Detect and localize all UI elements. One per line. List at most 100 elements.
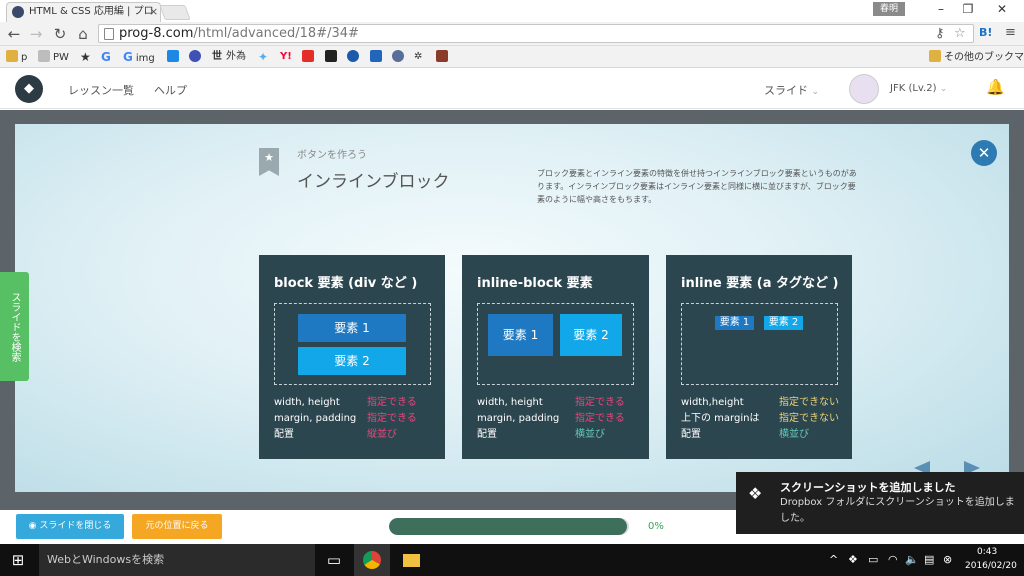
element-2: 要素 2 [298,347,406,375]
block-card: block 要素 (div など ) 要素 1 要素 2 width, heig… [259,255,445,459]
element-1: 要素 1 [715,316,754,330]
row-label: 配置 [681,429,701,440]
close-icon[interactable]: ✕ [971,140,997,166]
hatena-icon-square [167,50,179,62]
xv-icon[interactable] [436,50,451,64]
close-slide-label: スライドを閉じる [39,521,112,531]
yahoo-icon[interactable]: Y! [280,50,292,64]
close-slide-button[interactable]: ◉ スライドを閉じる [16,514,124,539]
profile-badge[interactable]: 春明 [873,2,905,16]
chevron-up-icon[interactable]: ^ [829,553,838,566]
clock-date[interactable]: 2016/02/20 [965,561,1017,571]
user-menu[interactable]: JFK (Lv.2) ⌄ [890,83,947,94]
amazon-icon[interactable] [325,50,340,64]
row-value: 指定できる [575,397,625,408]
browser-tabbar: HTML & CSS 応用編 | プロ × 春明 – ❐ ✕ [0,0,1024,22]
close-circle-icon[interactable]: ⊗ [943,553,952,566]
slide-modal: ★ ボタンを作ろう インラインブロック ブロック要素とインライン要素の特徴を併せ… [15,124,1009,492]
inline-block-card: inline-block 要素 要素 1 要素 2 width, height … [462,255,649,459]
taskbar-search[interactable]: WebとWindowsを検索 [39,544,315,576]
slide-subtitle: ボタンを作ろう [297,150,367,161]
character-icon-circle [392,50,404,62]
site-header: ◆ レッスン一覧 ヘルプ スライド ⌄ JFK (Lv.2) ⌄ 🔔 [0,69,1024,109]
slide-menu[interactable]: スライド ⌄ [764,82,819,98]
bookmarks-bar: p PW ★ G Gimg 世外為 ✦ Y! ✲ その他のブックマーク [0,46,1024,68]
maximize-icon[interactable]: ❐ [958,2,978,16]
row-label: margin, padding [477,413,560,424]
bookmark-item[interactable]: p [6,50,27,64]
element-1: 要素 1 [298,314,406,342]
back-icon[interactable]: ← [5,25,23,43]
news-icon[interactable] [370,50,385,64]
bookmark-item[interactable]: 世外為 [212,50,246,64]
twitter-icon[interactable]: ✦ [258,50,268,64]
element-1: 要素 1 [488,314,553,356]
file-explorer-icon[interactable] [393,544,429,576]
eye-icon: ◉ [28,521,37,531]
row-label: margin, padding [274,413,357,424]
forward-icon[interactable]: → [27,25,45,43]
chrome-menu-icon[interactable]: ≡ [1005,25,1016,41]
chevron-down-icon: ⌄ [939,84,948,94]
bookmark-label: p [21,52,28,63]
new-tab-button[interactable] [159,5,191,20]
google-icon: G [123,50,133,64]
other-bookmarks-label: その他のブックマーク [944,52,1024,63]
nav-help[interactable]: ヘルプ [154,82,187,98]
d-icon[interactable] [347,50,362,64]
progate-logo-icon[interactable]: ◆ [15,75,43,103]
minimize-icon[interactable]: – [931,2,951,16]
youtube-icon[interactable] [302,50,317,64]
slide-menu-label: スライド [764,84,808,97]
row-label: 配置 [477,429,497,440]
bookmark-star-icon[interactable]: ★ [80,50,91,64]
row-label: 配置 [274,429,294,440]
window-close-icon[interactable]: ✕ [992,2,1012,16]
tab-title: HTML & CSS 応用編 | プロ [29,6,154,17]
site-icon[interactable] [189,50,204,64]
chevron-down-icon: ⌄ [811,87,820,97]
row-label: 上下の marginは [681,413,760,424]
browser-tab[interactable]: HTML & CSS 応用編 | プロ × [6,2,161,22]
avatar[interactable] [849,74,879,104]
folder-icon [929,50,941,62]
dropbox-tray-icon[interactable]: ❖ [848,553,858,566]
wifi-icon[interactable]: ◠ [888,553,898,566]
card-heading: inline-block 要素 [477,276,593,291]
key-icon[interactable]: ⚷ [935,25,945,42]
row-value: 縦並び [367,429,397,440]
slide-description: ブロック要素とインライン要素の特徴を併せ持つインラインブロック要素というものがあ… [537,169,857,204]
amazon-icon-box [325,50,337,62]
slide-search-tab[interactable]: スライドを検索 [0,272,29,381]
character-icon[interactable] [392,50,407,64]
battery-icon[interactable]: ▭ [868,553,878,566]
hatena-icon[interactable] [167,50,182,64]
notification-title: スクリーンショットを追加しました [780,481,956,494]
home-icon[interactable]: ⌂ [74,25,92,43]
gear-icon[interactable]: ✲ [414,50,422,64]
return-position-button[interactable]: 元の位置に戻る [132,514,222,539]
task-view-icon[interactable]: ▭ [316,544,352,576]
clock-time[interactable]: 0:43 [977,547,997,557]
nav-lessons[interactable]: レッスン一覧 [68,82,134,98]
windows-start-icon[interactable]: ⊞ [0,544,36,576]
dropbox-notification[interactable]: ❖ スクリーンショットを追加しました Dropbox フォルダにスクリーンショッ… [736,472,1024,534]
row-value: 指定できる [575,413,625,424]
bookmark-item[interactable]: Gimg [123,50,155,64]
url-bar[interactable]: prog-8.com/html/advanced/18#/34# ⚷ ☆ [98,24,974,43]
google-icon[interactable]: G [101,50,111,64]
tab-close-icon[interactable]: × [149,3,158,21]
reload-icon[interactable]: ↻ [51,25,69,43]
volume-icon[interactable]: 🔈 [905,553,919,566]
bookmark-item[interactable]: PW [38,50,69,64]
star-ribbon-icon: ★ [259,148,279,176]
notification-icon[interactable]: ▤ [924,553,934,566]
progress-fill [389,518,627,535]
bookmark-label: PW [53,52,69,63]
site-icon-circle [189,50,201,62]
hatena-bookmark-icon[interactable]: B! [979,25,992,41]
bell-icon[interactable]: 🔔 [986,78,1005,96]
other-bookmarks[interactable]: その他のブックマーク [929,50,1024,64]
chrome-icon[interactable] [354,544,390,576]
bookmark-star-icon[interactable]: ☆ [954,25,966,42]
